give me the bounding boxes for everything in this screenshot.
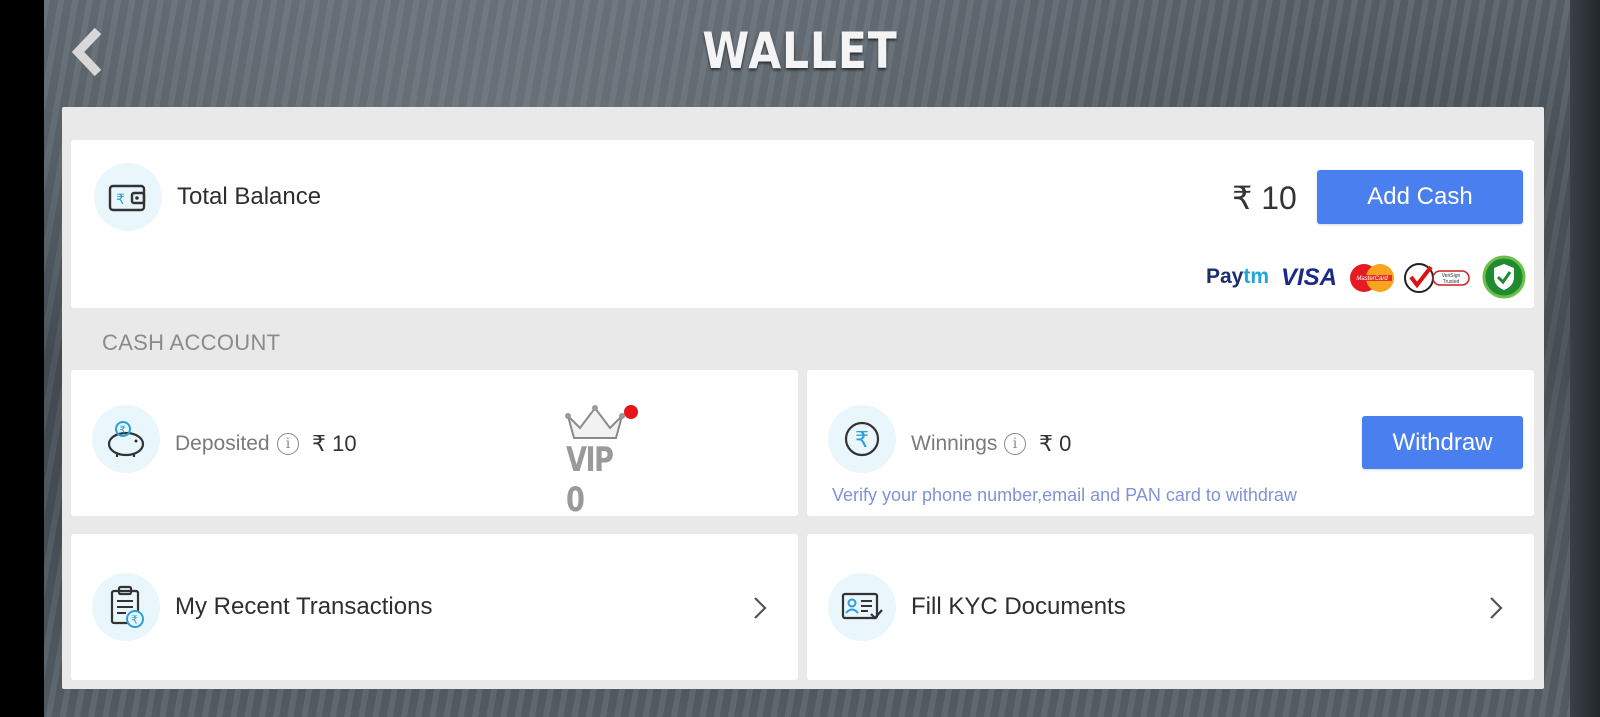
verify-note: Verify your phone number,email and PAN c… — [832, 485, 1297, 505]
vip-label: VIP 0 — [566, 440, 614, 520]
wallet-icon: ₹ — [94, 163, 162, 231]
vip-badge[interactable]: VIP 0 — [562, 402, 642, 520]
chevron-left-icon — [71, 27, 102, 77]
id-card-icon — [828, 573, 896, 641]
winnings-label: Winnings — [911, 432, 998, 455]
deposited-info-icon[interactable]: i — [277, 433, 299, 455]
withdraw-button[interactable]: Withdraw — [1362, 416, 1523, 469]
back-button[interactable] — [66, 24, 110, 80]
right-edge-bar — [1570, 0, 1600, 717]
verisign-logo: VeriSign Trusted — [1404, 263, 1470, 293]
crown-icon — [565, 405, 625, 439]
svg-text:₹: ₹ — [116, 192, 125, 208]
recent-transactions-label: My Recent Transactions — [175, 593, 433, 620]
left-edge-bar — [0, 0, 44, 717]
piggy-bank-icon: ₹ — [92, 405, 160, 473]
paytm-logo: Paytm — [1206, 265, 1270, 288]
svg-text:Trusted: Trusted — [1443, 279, 1460, 285]
cash-account-label: CASH ACCOUNT — [102, 330, 281, 355]
page-title: WALLET — [702, 22, 898, 80]
winnings-amount: ₹ 0 — [1039, 431, 1072, 456]
rupee-icon: ₹ — [828, 405, 896, 473]
winnings-info-icon[interactable]: i — [1004, 433, 1026, 455]
add-cash-button[interactable]: Add Cash — [1317, 170, 1523, 224]
visa-logo: VISA — [1281, 264, 1338, 291]
total-balance-label: Total Balance — [177, 183, 322, 210]
svg-text:₹: ₹ — [855, 428, 869, 453]
mastercard-logo: MasterCard — [1350, 264, 1394, 292]
chevron-right-icon — [754, 597, 767, 619]
vip-notification-dot — [624, 405, 638, 419]
verified-badge-icon — [1482, 255, 1526, 299]
svg-text:MasterCard: MasterCard — [1356, 276, 1388, 282]
deposited-label: Deposited — [175, 432, 270, 455]
clipboard-rupee-icon: ₹ — [92, 573, 160, 641]
deposited-amount: ₹ 10 — [312, 431, 357, 456]
total-balance-amount: ₹ 10 — [1232, 180, 1297, 216]
svg-text:₹: ₹ — [131, 614, 138, 627]
chevron-right-icon — [1490, 597, 1503, 619]
svg-text:₹: ₹ — [120, 425, 126, 436]
kyc-label: Fill KYC Documents — [911, 593, 1126, 620]
